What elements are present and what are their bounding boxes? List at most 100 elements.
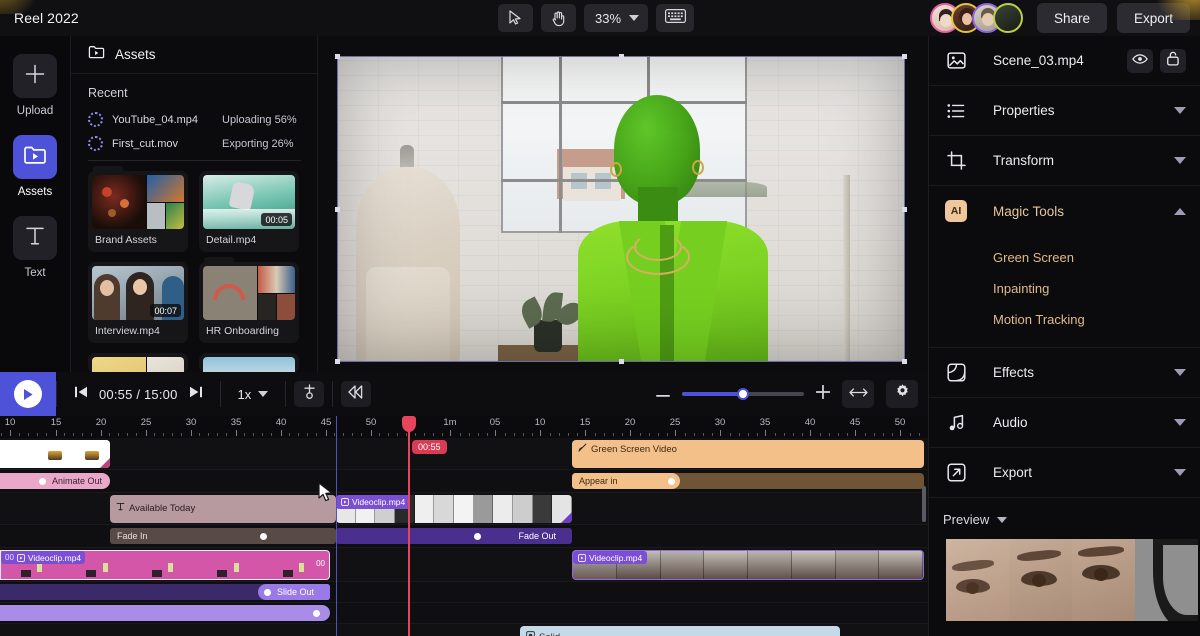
transition-button[interactable] — [341, 381, 371, 407]
keyframe-dot[interactable] — [39, 478, 46, 485]
keyframe-dot[interactable] — [264, 589, 271, 596]
clip-label-row: Green Screen Video — [572, 440, 924, 458]
selected-clip-row[interactable]: Scene_03.mp4 — [929, 36, 1200, 86]
lock-toggle-button[interactable] — [1160, 49, 1186, 73]
sidebar-item-text[interactable]: Text — [0, 216, 70, 279]
timeline-clip-videoclip-purple[interactable]: Videoclip.mp4 — [572, 550, 924, 580]
keyboard-shortcuts-button[interactable] — [656, 4, 694, 32]
magic-tool-motion-tracking[interactable]: Motion Tracking — [929, 304, 1200, 335]
chevron-down-icon[interactable] — [1174, 107, 1186, 114]
keyframe-bar-animate-out[interactable]: Animate Out — [0, 473, 110, 489]
keyframe-bar-slide-out[interactable]: Slide Out — [0, 584, 330, 600]
fit-to-width-button[interactable] — [842, 380, 874, 408]
timeline-clip-videoclip-pink[interactable]: 00 Videoclip.mp4 00 — [0, 550, 330, 580]
scrollbar-vertical[interactable] — [922, 486, 926, 522]
asset-card[interactable] — [88, 353, 188, 372]
section-effects[interactable]: Effects — [929, 348, 1200, 398]
chevron-down-icon[interactable] — [1174, 469, 1186, 476]
timeline-clip-videoclip[interactable]: Videoclip.mp4 — [336, 495, 572, 523]
timeline-clip-green-screen[interactable]: Green Screen Video — [572, 440, 924, 468]
asset-card[interactable] — [199, 353, 299, 372]
preview-frame — [1009, 539, 1072, 621]
playhead-time-badge: 00:55 — [412, 440, 447, 454]
timeline-clip-text[interactable]: Available Today — [110, 495, 336, 523]
sidebar-item-upload[interactable]: Upload — [0, 54, 70, 117]
chevron-down-icon[interactable] — [997, 517, 1007, 523]
text-tile — [13, 216, 57, 260]
asset-card[interactable]: HR Onboarding — [199, 262, 299, 343]
eye-icon — [1132, 52, 1148, 70]
secondary-playhead[interactable] — [336, 416, 337, 636]
section-magic-tools[interactable]: AI Magic Tools — [929, 186, 1200, 236]
vignette — [338, 57, 904, 361]
ruler-tick-minor — [388, 433, 389, 436]
minus-icon[interactable] — [656, 385, 670, 403]
keyframe-dot[interactable] — [668, 478, 675, 485]
timeline-settings-button[interactable] — [886, 380, 918, 408]
play-button[interactable] — [0, 372, 56, 416]
recent-section-title: Recent — [88, 86, 301, 100]
avatar[interactable] — [993, 3, 1023, 33]
keyframe-dot[interactable] — [260, 533, 267, 540]
assets-grid: Brand Assets 00:05 Detail.mp4 — [88, 171, 301, 372]
preview-frame — [1135, 539, 1198, 621]
asset-card[interactable]: 00:05 Detail.mp4 — [199, 171, 299, 252]
hand-tool-button[interactable] — [541, 4, 576, 32]
keyframe-dot[interactable] — [313, 610, 320, 617]
timeline-clip-solid[interactable]: Solid — [520, 626, 840, 636]
section-transform[interactable]: Transform — [929, 136, 1200, 186]
export-button[interactable]: Export — [1117, 3, 1190, 33]
preview-section-header[interactable]: Preview — [943, 512, 1200, 527]
zoom-level-value: 33% — [595, 11, 621, 26]
skip-forward-icon[interactable] — [189, 385, 203, 404]
timeline-bar-purple[interactable] — [0, 605, 330, 621]
preview-thumbnail-strip[interactable] — [946, 539, 1198, 621]
magic-tool-green-screen[interactable]: Green Screen — [929, 242, 1200, 273]
ruler-tick-label: 20 — [625, 417, 636, 428]
ruler-tick-minor — [352, 433, 353, 436]
plus-icon[interactable] — [816, 385, 830, 404]
ruler-tick-major — [810, 430, 811, 436]
share-button[interactable]: Share — [1037, 3, 1107, 33]
playhead-handle[interactable] — [402, 416, 416, 432]
section-export[interactable]: Export — [929, 448, 1200, 498]
split-button[interactable] — [294, 381, 324, 407]
timeline-ruler[interactable]: 1015202530354045501m05101520253035404550 — [0, 416, 928, 438]
playhead[interactable]: 00:55 — [408, 416, 410, 636]
chevron-down-icon[interactable] — [1174, 369, 1186, 376]
section-properties[interactable]: Properties — [929, 86, 1200, 136]
collaborator-avatars[interactable] — [930, 3, 1023, 33]
cursor-arrow-icon — [508, 10, 523, 26]
keyframe-track-appear-in[interactable]: Appear in — [572, 473, 924, 489]
asset-card[interactable]: 00:07 Interview.mp4 — [88, 262, 188, 343]
list-item[interactable]: First_cut.mov Exporting 26% — [88, 136, 301, 151]
skip-back-icon[interactable] — [74, 385, 88, 404]
page-title: Reel 2022 — [14, 10, 79, 26]
ruler-tick-minor — [163, 433, 164, 436]
ruler-tick-minor — [244, 433, 245, 436]
section-audio[interactable]: Audio — [929, 398, 1200, 448]
chevron-down-icon[interactable] — [1174, 157, 1186, 164]
sidebar-item-assets[interactable]: Assets — [0, 135, 70, 198]
ruler-tick-minor — [505, 433, 506, 436]
ruler-tick-minor — [172, 433, 173, 436]
list-item[interactable]: YouTube_04.mp4 Uploading 56% — [88, 112, 301, 127]
video-preview[interactable] — [338, 57, 904, 361]
timeline-clip[interactable] — [0, 440, 110, 468]
section-label: Magic Tools — [993, 204, 1174, 219]
assets-panel: Assets Recent YouTube_04.mp4 Uploading 5… — [71, 36, 318, 372]
timeline-zoom-slider[interactable] — [682, 392, 804, 396]
visibility-toggle-button[interactable] — [1127, 49, 1153, 73]
magic-tool-inpainting[interactable]: Inpainting — [929, 273, 1200, 304]
keyframe-bar-fade-out[interactable]: Fade Out — [336, 528, 572, 544]
keyframe-dot[interactable] — [474, 533, 481, 540]
asset-card[interactable]: Brand Assets — [88, 171, 188, 252]
scissors-icon — [301, 383, 318, 405]
chevron-down-icon[interactable] — [1174, 419, 1186, 426]
playback-speed-dropdown[interactable]: 1x — [221, 387, 286, 402]
slider-knob[interactable] — [737, 388, 749, 400]
keyframe-bar-fade-in[interactable]: Fade In — [110, 528, 336, 544]
zoom-level-dropdown[interactable]: 33% — [584, 4, 648, 32]
select-tool-button[interactable] — [498, 4, 533, 32]
chevron-up-icon[interactable] — [1174, 208, 1186, 215]
